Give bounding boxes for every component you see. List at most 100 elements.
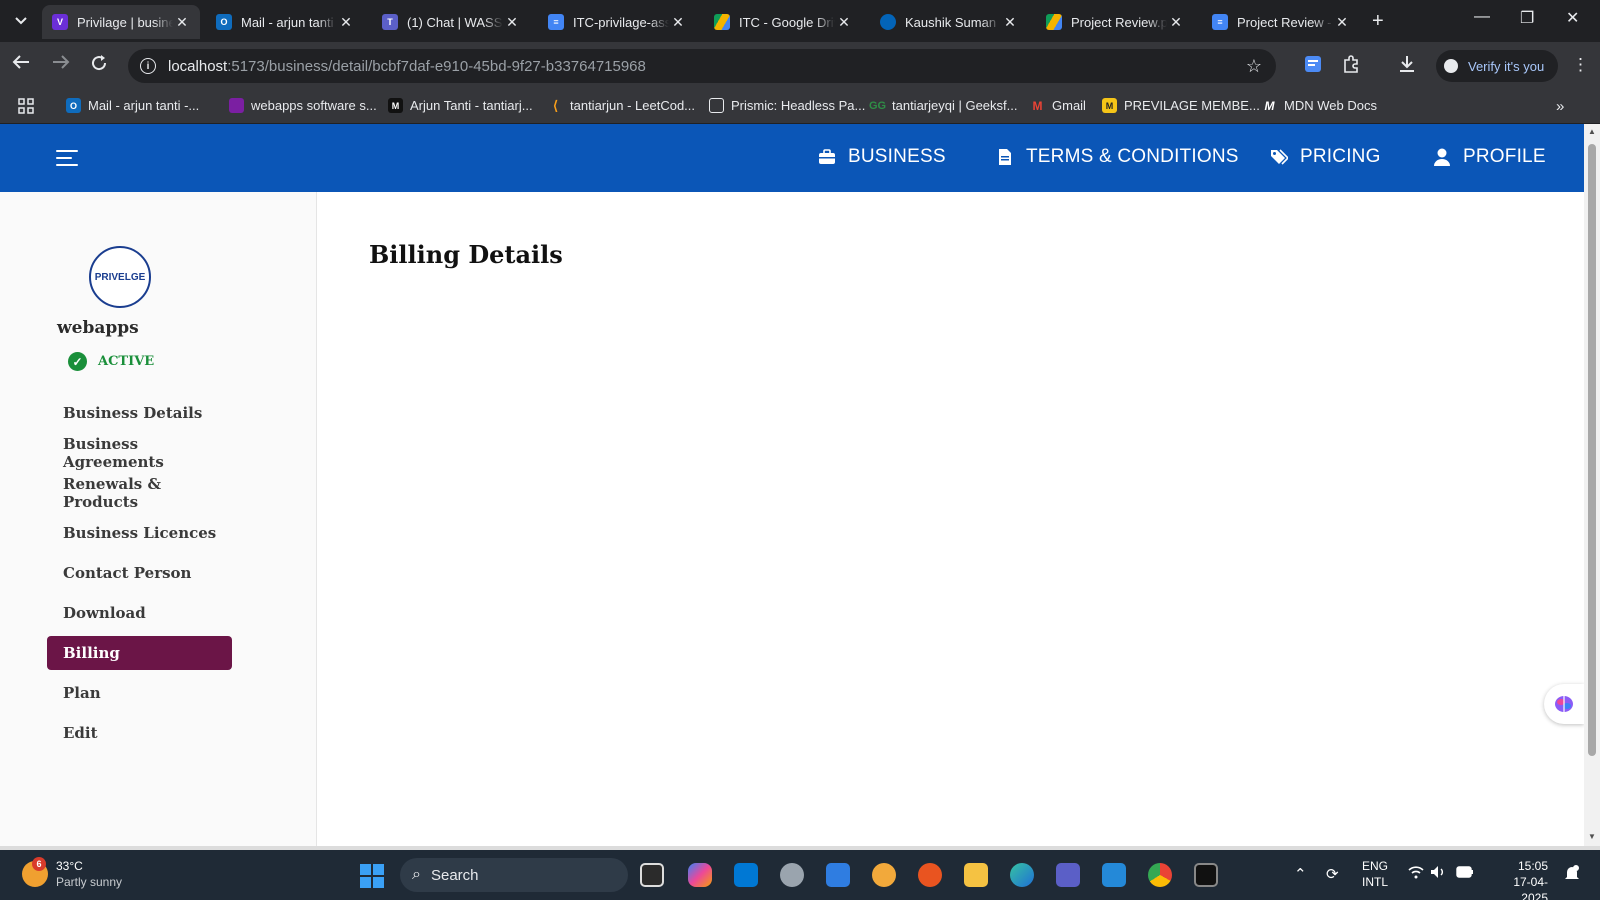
docs-icon: ≡ bbox=[548, 14, 564, 30]
browser-tab[interactable]: Kaushik Suman ✕ bbox=[870, 5, 1028, 39]
bookmark-item[interactable]: webapps software s... bbox=[229, 98, 377, 113]
sidebar-item-business-licences[interactable]: Business Licences bbox=[47, 516, 232, 550]
close-tab-icon[interactable]: ✕ bbox=[338, 14, 354, 31]
sidebar-item-billing[interactable]: Billing bbox=[47, 636, 232, 670]
browser-tab[interactable]: O Mail - arjun tanti ✕ bbox=[206, 5, 364, 39]
wifi-icon[interactable] bbox=[1408, 865, 1424, 883]
browser-tab[interactable]: ITC - Google Driv ✕ bbox=[704, 5, 862, 39]
bookmark-item[interactable]: M MDN Web Docs bbox=[1262, 98, 1377, 113]
page-scrollbar[interactable]: ▲ ▼ bbox=[1584, 124, 1600, 846]
sidebar-item-contact-person[interactable]: Contact Person bbox=[47, 556, 232, 590]
forward-arrow-icon[interactable] bbox=[52, 54, 70, 75]
extension-app-icon[interactable] bbox=[1304, 55, 1322, 78]
status-badge: ✓ ACTIVE bbox=[68, 352, 154, 371]
sidebar-item-download[interactable]: Download bbox=[47, 596, 232, 630]
browser-menu-icon[interactable]: ⋮ bbox=[1572, 55, 1589, 75]
weather-widget[interactable]: 6 33°C Partly sunny bbox=[22, 857, 122, 890]
bookmark-star-icon[interactable]: ☆ bbox=[1246, 56, 1262, 77]
sync-icon[interactable]: ⟳ bbox=[1326, 865, 1339, 883]
nav-business[interactable]: BUSINESS bbox=[818, 146, 946, 168]
hamburger-menu-icon[interactable] bbox=[56, 150, 78, 171]
onedrive-icon bbox=[880, 14, 896, 30]
bookmark-item[interactable]: ⟨ tantiarjun - LeetCod... bbox=[548, 97, 695, 114]
battery-icon[interactable] bbox=[1456, 865, 1474, 882]
taskbar-search[interactable]: ⌕ Search bbox=[400, 858, 628, 892]
previlage-icon: M bbox=[1102, 98, 1117, 113]
outlook-icon: O bbox=[216, 14, 232, 30]
copilot-icon[interactable] bbox=[688, 863, 712, 887]
vite-icon: V bbox=[52, 14, 68, 30]
windows-start-icon[interactable] bbox=[360, 864, 384, 888]
browser-tab[interactable]: ≡ ITC-privilage-ass ✕ bbox=[538, 5, 696, 39]
nav-pricing[interactable]: PRICING bbox=[1270, 146, 1381, 168]
terminal-icon[interactable] bbox=[1194, 863, 1218, 887]
edge-icon[interactable] bbox=[1010, 863, 1034, 887]
file-explorer-icon[interactable] bbox=[964, 863, 988, 887]
reload-icon[interactable] bbox=[90, 54, 108, 77]
user-icon bbox=[1433, 148, 1451, 166]
bookmark-item[interactable]: Prismic: Headless Pa... bbox=[709, 98, 865, 113]
nav-terms-conditions[interactable]: TERMS & CONDITIONS bbox=[996, 146, 1239, 168]
close-tab-icon[interactable]: ✕ bbox=[504, 14, 520, 31]
back-arrow-icon[interactable] bbox=[12, 54, 30, 75]
notification-badge: 6 bbox=[32, 857, 46, 871]
scrollbar-thumb[interactable] bbox=[1588, 144, 1596, 756]
volume-icon[interactable] bbox=[1430, 865, 1446, 883]
leetcode-icon: ⟨ bbox=[552, 97, 559, 113]
verify-identity-button[interactable]: Verify it's you bbox=[1436, 50, 1559, 82]
close-tab-icon[interactable]: ✕ bbox=[1168, 14, 1184, 31]
scroll-down-arrow-icon[interactable]: ▼ bbox=[1588, 832, 1596, 841]
apps-grid-icon[interactable] bbox=[18, 98, 34, 114]
brave-icon[interactable] bbox=[872, 863, 896, 887]
close-tab-icon[interactable]: ✕ bbox=[836, 14, 852, 31]
language-indicator[interactable]: ENG INTL bbox=[1362, 858, 1388, 890]
extensions-puzzle-icon[interactable] bbox=[1342, 55, 1360, 78]
gmail-icon: M bbox=[1032, 98, 1043, 113]
more-bookmarks-chevron-icon[interactable]: » bbox=[1556, 98, 1564, 115]
new-tab-plus-icon[interactable]: + bbox=[1372, 10, 1384, 33]
sidebar-item-renewals-products[interactable]: Renewals & Products bbox=[47, 475, 232, 511]
assistant-brain-icon[interactable] bbox=[1544, 684, 1584, 724]
address-bar[interactable]: i localhost:5173/business/detail/bcbf7da… bbox=[128, 49, 1276, 83]
browser-tab[interactable]: V Privilage | busine ✕ bbox=[42, 5, 200, 39]
restore-icon[interactable]: ❐ bbox=[1520, 8, 1534, 28]
mail-icon[interactable] bbox=[826, 863, 850, 887]
tab-search-button[interactable] bbox=[8, 8, 34, 34]
store-icon[interactable] bbox=[734, 863, 758, 887]
download-icon[interactable] bbox=[1398, 55, 1416, 78]
teams-icon[interactable] bbox=[1056, 863, 1080, 887]
site-info-icon[interactable]: i bbox=[140, 58, 156, 74]
task-view-icon[interactable] bbox=[640, 863, 664, 887]
bookmark-item[interactable]: O Mail - arjun tanti -... bbox=[66, 98, 199, 113]
chrome-icon[interactable] bbox=[1148, 863, 1172, 887]
sidebar-item-plan[interactable]: Plan bbox=[47, 676, 232, 710]
browser-tab[interactable]: T (1) Chat | WASS ✕ bbox=[372, 5, 530, 39]
close-tab-icon[interactable]: ✕ bbox=[1002, 14, 1018, 31]
briefcase-icon bbox=[818, 148, 836, 166]
sidebar-item-business-agreements[interactable]: Business Agreements bbox=[47, 435, 232, 471]
webapps-icon bbox=[229, 98, 244, 113]
bookmark-item[interactable]: M PREVILAGE MEMBE... bbox=[1102, 98, 1260, 113]
vscode-icon[interactable] bbox=[1102, 863, 1126, 887]
notification-bell-icon[interactable] bbox=[1564, 865, 1580, 885]
business-sidebar: PRIVELGE webapps ✓ ACTIVE Business Detai… bbox=[0, 192, 317, 846]
close-tab-icon[interactable]: ✕ bbox=[174, 14, 190, 31]
browser-tab[interactable]: ≡ Project Review - ✕ bbox=[1202, 5, 1360, 39]
bookmark-item[interactable]: M Arjun Tanti - tantiarj... bbox=[388, 98, 533, 113]
business-logo: PRIVELGE bbox=[89, 246, 151, 308]
window-close-icon[interactable]: ✕ bbox=[1566, 8, 1579, 28]
nav-profile[interactable]: PROFILE bbox=[1433, 146, 1546, 168]
close-tab-icon[interactable]: ✕ bbox=[670, 14, 686, 31]
show-hidden-icons-chevron-icon[interactable]: ⌃ bbox=[1294, 865, 1307, 883]
bookmark-item[interactable]: GG tantiarjeyqi | Geeksf... bbox=[869, 98, 1018, 113]
clock[interactable]: 15:05 17-04-2025 bbox=[1488, 858, 1548, 900]
settings-gear-icon[interactable] bbox=[780, 863, 804, 887]
ubuntu-icon[interactable] bbox=[918, 863, 942, 887]
sidebar-item-business-details[interactable]: Business Details bbox=[47, 396, 232, 430]
minimize-icon[interactable]: — bbox=[1474, 8, 1490, 26]
sidebar-item-edit[interactable]: Edit bbox=[47, 716, 232, 750]
browser-tab[interactable]: Project Review.p ✕ bbox=[1036, 5, 1194, 39]
scroll-up-arrow-icon[interactable]: ▲ bbox=[1588, 127, 1596, 136]
close-tab-icon[interactable]: ✕ bbox=[1334, 14, 1350, 31]
bookmark-item[interactable]: M Gmail bbox=[1030, 98, 1086, 113]
